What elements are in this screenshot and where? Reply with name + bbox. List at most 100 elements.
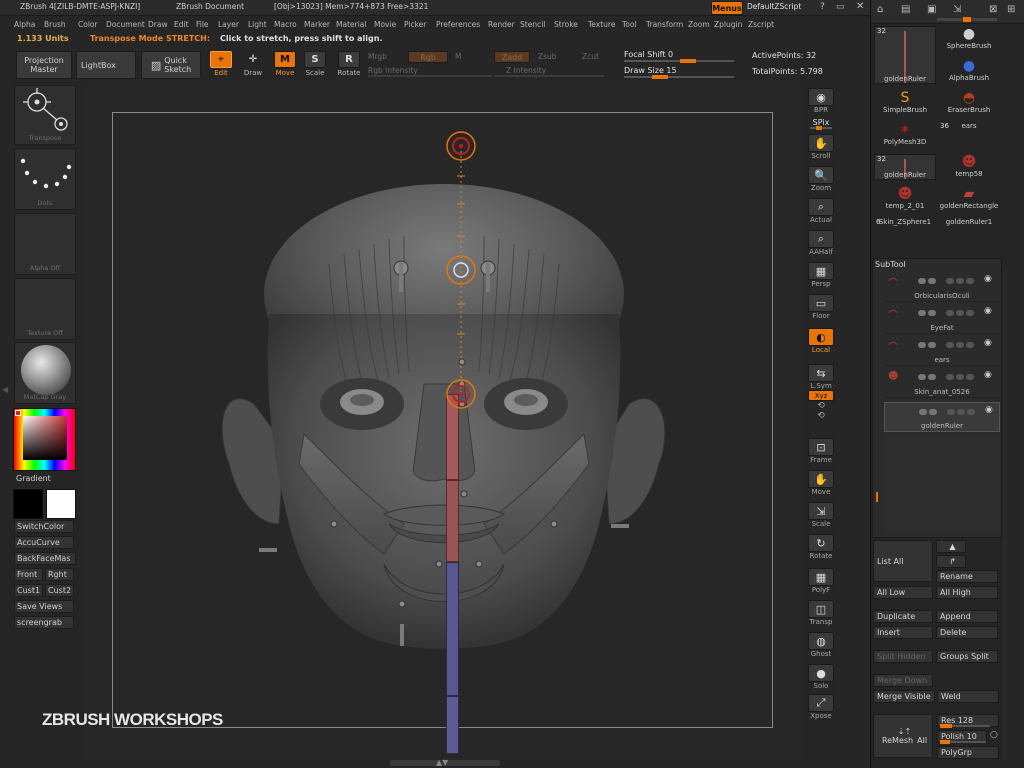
subtool-solo-toggle[interactable] bbox=[929, 409, 937, 415]
subtool-polyframe-toggle[interactable] bbox=[918, 310, 926, 316]
secondary-color-swatch[interactable] bbox=[46, 489, 76, 519]
focal-shift-track[interactable] bbox=[624, 59, 734, 63]
menu-zscript[interactable]: Zscript bbox=[748, 20, 774, 29]
default-zscript[interactable]: DefaultZScript bbox=[747, 2, 801, 11]
insert-button[interactable]: Insert bbox=[873, 626, 933, 639]
rotate-axis-y-icon[interactable]: ⟲ bbox=[817, 411, 825, 421]
tool-thumb-goldenruler1[interactable]: goldenRuler1 bbox=[938, 218, 1000, 250]
duplicate-button[interactable]: Duplicate bbox=[873, 610, 933, 623]
subtool-solo-toggle[interactable] bbox=[928, 310, 936, 316]
shelf-persp-button[interactable]: ▦ Persp bbox=[806, 262, 836, 288]
scale-mode-button[interactable]: S Scale bbox=[300, 51, 330, 81]
tool-thumb-alphabrush[interactable]: ● AlphaBrush bbox=[938, 58, 1000, 90]
window-minimize-icon[interactable]: ▭ bbox=[836, 2, 845, 12]
right-view-button[interactable]: Rght bbox=[45, 568, 74, 581]
subtool-solo-toggle[interactable] bbox=[928, 342, 936, 348]
shelf-scale-button[interactable]: ⇲ Scale bbox=[806, 502, 836, 528]
subtool-option-toggle[interactable] bbox=[946, 342, 954, 348]
tool-thumb-temp_2_01[interactable]: ☻ temp_2_01 bbox=[874, 186, 936, 218]
subtool-option-toggle[interactable] bbox=[966, 310, 974, 316]
visibility-eye-icon[interactable]: ◉ bbox=[984, 274, 992, 284]
custom2-view-button[interactable]: Cust2 bbox=[45, 584, 74, 597]
all-high-button[interactable]: All High bbox=[936, 586, 998, 599]
zcut-toggle[interactable]: Zcut bbox=[582, 52, 599, 61]
rgb-intensity-slider[interactable]: Rgb Intensity bbox=[368, 66, 418, 75]
tool-clone-icon[interactable]: ▣ bbox=[927, 4, 936, 15]
shelf-polyf-button[interactable]: ▦ PolyF bbox=[806, 568, 836, 594]
menu-marker[interactable]: Marker bbox=[304, 20, 330, 29]
visibility-eye-icon[interactable]: ◉ bbox=[984, 306, 992, 316]
menu-movie[interactable]: Movie bbox=[374, 20, 396, 29]
document-canvas[interactable]: ZBRUSH WORKSHOPS bbox=[42, 84, 802, 760]
move-mode-button[interactable]: M Move bbox=[270, 51, 300, 81]
tool-thumb-spherebrush[interactable]: ● SphereBrush bbox=[938, 26, 1000, 58]
subtool-polyframe-toggle[interactable] bbox=[919, 409, 927, 415]
save-views-button[interactable]: Save Views bbox=[14, 600, 74, 613]
menu-edit[interactable]: Edit bbox=[174, 20, 189, 29]
stroke-slot[interactable]: Dots bbox=[14, 148, 76, 210]
screengrab-button[interactable]: screengrab bbox=[14, 616, 74, 629]
rotate-mode-button[interactable]: R Rotate bbox=[334, 51, 364, 81]
subtool-polyframe-toggle[interactable] bbox=[918, 278, 926, 284]
lightbox-button[interactable]: LightBox bbox=[76, 51, 136, 79]
edit-mode-button[interactable]: ⌖ Edit bbox=[206, 51, 236, 81]
material-slot[interactable]: MatCap Gray bbox=[14, 342, 76, 404]
gradient-label[interactable]: Gradient bbox=[16, 474, 51, 483]
zsub-toggle[interactable]: Zsub bbox=[538, 52, 557, 61]
merge-down-button[interactable]: Merge Down bbox=[873, 674, 933, 687]
menu-tool[interactable]: Tool bbox=[622, 20, 637, 29]
subtool-polyframe-toggle[interactable] bbox=[918, 342, 926, 348]
shelf-scroll-button[interactable]: ✋ Scroll bbox=[806, 134, 836, 160]
switch-color-button[interactable]: SwitchColor bbox=[14, 520, 74, 533]
polygrp-toggle[interactable]: PolyGrp bbox=[937, 746, 999, 759]
tool-thumb-simplebrush[interactable]: S SimpleBrush bbox=[874, 90, 936, 122]
tool-thumb-goldenrectangle[interactable]: ▰ goldenRectangle bbox=[938, 186, 1000, 218]
subtool-option-toggle[interactable] bbox=[956, 278, 964, 284]
menu-texture[interactable]: Texture bbox=[588, 20, 615, 29]
shelf-actual-button[interactable]: ⌕ Actual bbox=[806, 198, 836, 224]
menu-material[interactable]: Material bbox=[336, 20, 366, 29]
menu-render[interactable]: Render bbox=[488, 20, 515, 29]
move-up-button[interactable]: ▲ bbox=[936, 540, 966, 553]
subtool-scroll-indicator[interactable] bbox=[876, 492, 878, 502]
rename-button[interactable]: Rename bbox=[936, 570, 998, 583]
tool-thumb-goldenruler[interactable]: 32 goldenRuler bbox=[874, 154, 936, 180]
right-panel-scrollbar[interactable] bbox=[1003, 270, 1007, 760]
groups-split-button[interactable]: Groups Split bbox=[936, 650, 998, 663]
polish-circle-icon[interactable]: ○ bbox=[990, 730, 998, 740]
menus-button[interactable]: Menus bbox=[711, 1, 743, 15]
texture-slot[interactable]: Texture Off bbox=[14, 278, 76, 340]
all-low-button[interactable]: All Low bbox=[873, 586, 933, 599]
draw-size-slider[interactable]: Draw Size 15 bbox=[624, 66, 677, 75]
subtool-item-ears[interactable]: ⌒ ◉ ears bbox=[884, 336, 1000, 366]
subtool-option-toggle[interactable] bbox=[947, 409, 955, 415]
tool-menu-icon[interactable]: ⊞ bbox=[1007, 4, 1015, 15]
tool-scroll-slider[interactable] bbox=[937, 17, 997, 22]
subtool-solo-toggle[interactable] bbox=[928, 278, 936, 284]
spix-slider[interactable] bbox=[810, 126, 832, 130]
subtool-item-eyefat[interactable]: ⌒ ◉ EyeFat bbox=[884, 304, 1000, 334]
subtool-header[interactable]: SubTool bbox=[875, 260, 906, 269]
subtool-option-toggle[interactable] bbox=[956, 310, 964, 316]
subtool-option-toggle[interactable] bbox=[956, 374, 964, 380]
menu-stencil[interactable]: Stencil bbox=[520, 20, 545, 29]
shelf-zoom-button[interactable]: 🔍 Zoom bbox=[806, 166, 836, 192]
tool-export-icon[interactable]: ⇲ bbox=[953, 4, 961, 15]
rgb-intensity-track[interactable] bbox=[368, 75, 492, 77]
visibility-eye-icon[interactable]: ◉ bbox=[985, 405, 993, 415]
tool-thumb-skin_zsphere1[interactable]: 6 Skin_ZSphere1 bbox=[874, 218, 936, 250]
draw-mode-button[interactable]: ✛ Draw bbox=[238, 51, 268, 81]
accucurve-button[interactable]: AccuCurve bbox=[14, 536, 74, 549]
subtool-option-toggle[interactable] bbox=[956, 342, 964, 348]
transpose-brush-slot[interactable]: Transpose bbox=[14, 85, 76, 145]
zadd-toggle[interactable]: Zadd bbox=[494, 51, 530, 63]
subtool-option-toggle[interactable] bbox=[966, 374, 974, 380]
shelf-floor-button[interactable]: ▭ Floor bbox=[806, 294, 836, 320]
menu-preferences[interactable]: Preferences bbox=[436, 20, 480, 29]
shelf-local-button[interactable]: ◐ Local bbox=[806, 328, 836, 354]
append-button[interactable]: Append bbox=[936, 610, 998, 623]
left-tray-handle-icon[interactable]: ◀ bbox=[2, 385, 8, 394]
shelf-transp-button[interactable]: ◫ Transp bbox=[806, 600, 836, 626]
tool-save-icon[interactable]: ▤ bbox=[901, 4, 910, 15]
menu-draw[interactable]: Draw bbox=[148, 20, 168, 29]
